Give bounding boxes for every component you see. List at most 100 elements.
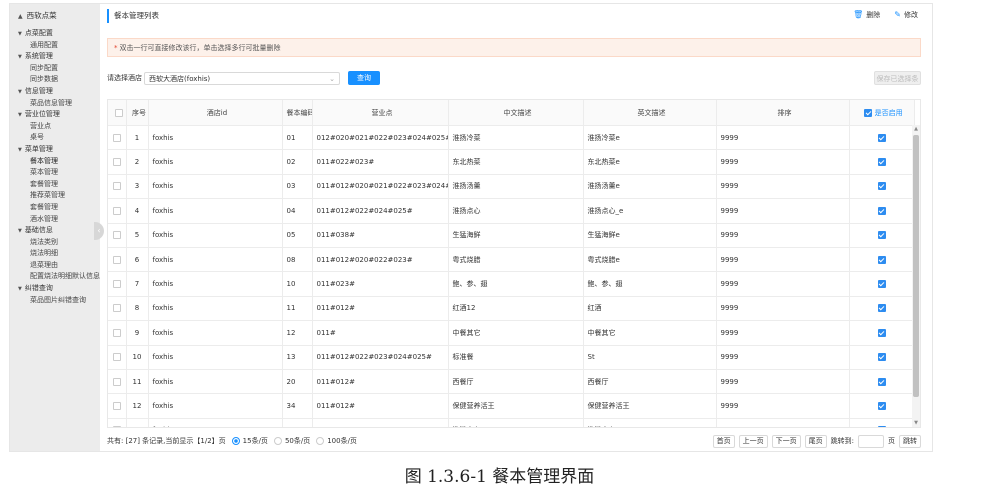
sidebar-item[interactable]: 菜品图片纠错查询	[10, 295, 100, 307]
row-enabled-checkbox[interactable]	[849, 320, 915, 346]
sidebar-item[interactable]: 同步数据	[10, 74, 100, 86]
row-select-checkbox[interactable]	[108, 296, 127, 322]
sidebar-item[interactable]: 配置烧法明细默认信息	[10, 271, 100, 283]
table-row[interactable]: 7 foxhis 10 011#023# 鲍、参、翅 鲍、参、翅 9999	[108, 271, 915, 297]
col-header-hotel: 酒店id	[148, 100, 283, 126]
table-row[interactable]: 12 foxhis 34 011#012# 保健营养活王 保健营养活王 9999	[108, 393, 915, 419]
row-enabled-checkbox[interactable]	[849, 125, 915, 151]
page-jump-input[interactable]	[858, 434, 884, 448]
row-select-checkbox[interactable]	[108, 418, 127, 427]
select-all-checkbox[interactable]	[108, 100, 127, 126]
jump-button[interactable]: 跳转	[899, 434, 921, 448]
cell-outlet: 011#012#022#024#025#	[312, 198, 449, 224]
row-select-checkbox[interactable]	[108, 149, 127, 175]
sidebar-item[interactable]: 同步配置	[10, 63, 100, 75]
row-select-checkbox[interactable]	[108, 174, 127, 200]
row-select-checkbox[interactable]	[108, 369, 127, 395]
sidebar-item[interactable]: 烧法类别	[10, 237, 100, 249]
cell-sort: 9999	[716, 296, 850, 322]
scroll-down-icon[interactable]: ▼	[912, 420, 920, 426]
sidebar-header[interactable]: ▲ 西软点菜	[10, 4, 100, 28]
cell-no: 9	[126, 320, 149, 346]
page-size-15-label: 15条/页	[242, 437, 268, 445]
sidebar-item[interactable]: 酒水管理	[10, 214, 100, 226]
table-row[interactable]: 9 foxhis 12 011# 中餐其它 中餐其它 9999	[108, 320, 915, 346]
page-size-100-radio[interactable]	[316, 437, 325, 445]
first-page-button[interactable]: 首页	[712, 434, 735, 448]
table-row[interactable]: 2 foxhis 02 011#022#023# 东北热菜 东北热菜e 9999	[108, 149, 915, 175]
table-row[interactable]: 1 foxhis 01 012#020#021#022#023#024#025# 淮扬冷…	[108, 125, 915, 151]
row-select-checkbox[interactable]	[108, 345, 127, 370]
row-enabled-checkbox[interactable]	[849, 247, 915, 273]
col-header-enabled[interactable]: 是否启用	[849, 100, 915, 126]
prev-page-button[interactable]: 上一页	[738, 434, 768, 448]
sidebar-group[interactable]: ▼ 菜单管理	[10, 144, 100, 156]
table-row[interactable]: 11 foxhis 20 011#012# 西餐厅 西餐厅 9999	[108, 369, 915, 395]
sidebar-item[interactable]: 推荐菜管理	[10, 190, 100, 202]
scrollbar-thumb[interactable]	[913, 135, 919, 397]
vertical-scrollbar[interactable]: ▲ ▼	[912, 125, 920, 427]
sidebar-group[interactable]: ▼ 基础信息	[10, 225, 100, 237]
table-row[interactable]: 8 foxhis 11 011#012# 红酒12 红酒 9999	[108, 296, 915, 322]
table-row[interactable]: 13foxhis40011#洗浴中心洗浴中心9999	[108, 418, 915, 427]
sidebar-item[interactable]: 菜本管理	[10, 167, 100, 179]
sidebar-group-label: 基础信息	[24, 226, 53, 235]
row-select-checkbox[interactable]	[108, 125, 127, 151]
row-enabled-checkbox[interactable]	[849, 393, 915, 419]
sidebar-item[interactable]: 菜品信息管理	[10, 98, 100, 110]
row-select-checkbox[interactable]	[108, 320, 127, 346]
row-enabled-checkbox[interactable]	[849, 149, 915, 175]
row-enabled-checkbox[interactable]	[849, 271, 915, 297]
sidebar-group[interactable]: ▼ 信息管理	[10, 86, 100, 98]
sidebar-group[interactable]: ▼ 点菜配置	[10, 28, 100, 40]
hotel-select[interactable]: 西软大酒店(foxhis) ⌄	[144, 71, 340, 85]
row-select-checkbox[interactable]	[108, 198, 127, 224]
next-page-button[interactable]: 下一页	[771, 434, 801, 448]
row-enabled-checkbox[interactable]	[849, 296, 915, 322]
cell-outlet: 011#	[312, 320, 449, 346]
page-size-50-radio[interactable]	[273, 437, 282, 445]
delete-button[interactable]: 🗑 删除	[853, 9, 880, 21]
row-select-checkbox[interactable]	[108, 223, 127, 248]
sidebar-group[interactable]: ▼ 系统管理	[10, 51, 100, 63]
table-row[interactable]: 5 foxhis 05 011#038# 生猛海鲜 生猛海鲜e 9999	[108, 223, 915, 248]
sidebar-group-label: 营业位管理	[24, 110, 60, 119]
scroll-up-icon[interactable]: ▲	[912, 126, 920, 132]
row-enabled-checkbox[interactable]	[849, 345, 915, 370]
sidebar-item[interactable]: 套餐管理	[10, 202, 100, 214]
page-size-15-radio[interactable]	[231, 437, 240, 445]
cell-hotel: foxhis	[148, 223, 283, 248]
table-row[interactable]: 3foxhis03011#012#020#021#022#023#024#025…	[108, 174, 915, 200]
sidebar-item[interactable]: 烧法明细	[10, 248, 100, 260]
sidebar-item[interactable]: 桌号	[10, 132, 100, 144]
cell-no: 11	[126, 369, 149, 395]
table-row[interactable]: 4 foxhis 04 011#012#022#024#025# 淮扬点心 淮扬点心_e 9…	[108, 198, 915, 224]
query-button[interactable]: 查询	[348, 71, 380, 85]
row-select-checkbox[interactable]	[108, 393, 127, 419]
row-select-checkbox[interactable]	[108, 247, 127, 273]
cell-sort: 9999	[716, 174, 850, 200]
sidebar-group[interactable]: ▼ 纠错查询	[10, 283, 100, 295]
table-row[interactable]: 6 foxhis 08 011#012#020#022#023# 粤式烧腊 粤式烧腊e 99…	[108, 247, 915, 273]
row-enabled-checkbox[interactable]	[849, 369, 915, 395]
row-enabled-checkbox[interactable]	[849, 174, 915, 200]
cell-no: 7	[126, 271, 149, 297]
last-page-button[interactable]: 尾页	[804, 434, 827, 448]
edit-button[interactable]: ✎ 修改	[894, 9, 918, 21]
page-title: 餐本管理列表	[107, 9, 159, 23]
sidebar-item[interactable]: 通用配置	[10, 40, 100, 52]
row-enabled-checkbox[interactable]	[849, 418, 915, 427]
save-selected-button[interactable]: 保存已选择条	[874, 71, 921, 85]
row-enabled-checkbox[interactable]	[849, 198, 915, 224]
row-select-checkbox[interactable]	[108, 271, 127, 297]
enabled-all-checkbox[interactable]	[864, 108, 873, 117]
cell-no: 2	[126, 149, 149, 175]
table-row[interactable]: 10 foxhis 13 011#012#022#023#024#025# 标准餐 St 9…	[108, 345, 915, 370]
cell-en: 东北热菜e	[583, 149, 717, 175]
row-enabled-checkbox[interactable]	[849, 223, 915, 248]
sidebar-item[interactable]: 营业点	[10, 121, 100, 133]
sidebar-item[interactable]: 套餐管理	[10, 179, 100, 191]
sidebar-item[interactable]: 退菜理由	[10, 260, 100, 272]
sidebar-group[interactable]: ▼ 营业位管理	[10, 109, 100, 121]
sidebar-item[interactable]: 餐本管理	[10, 156, 100, 168]
